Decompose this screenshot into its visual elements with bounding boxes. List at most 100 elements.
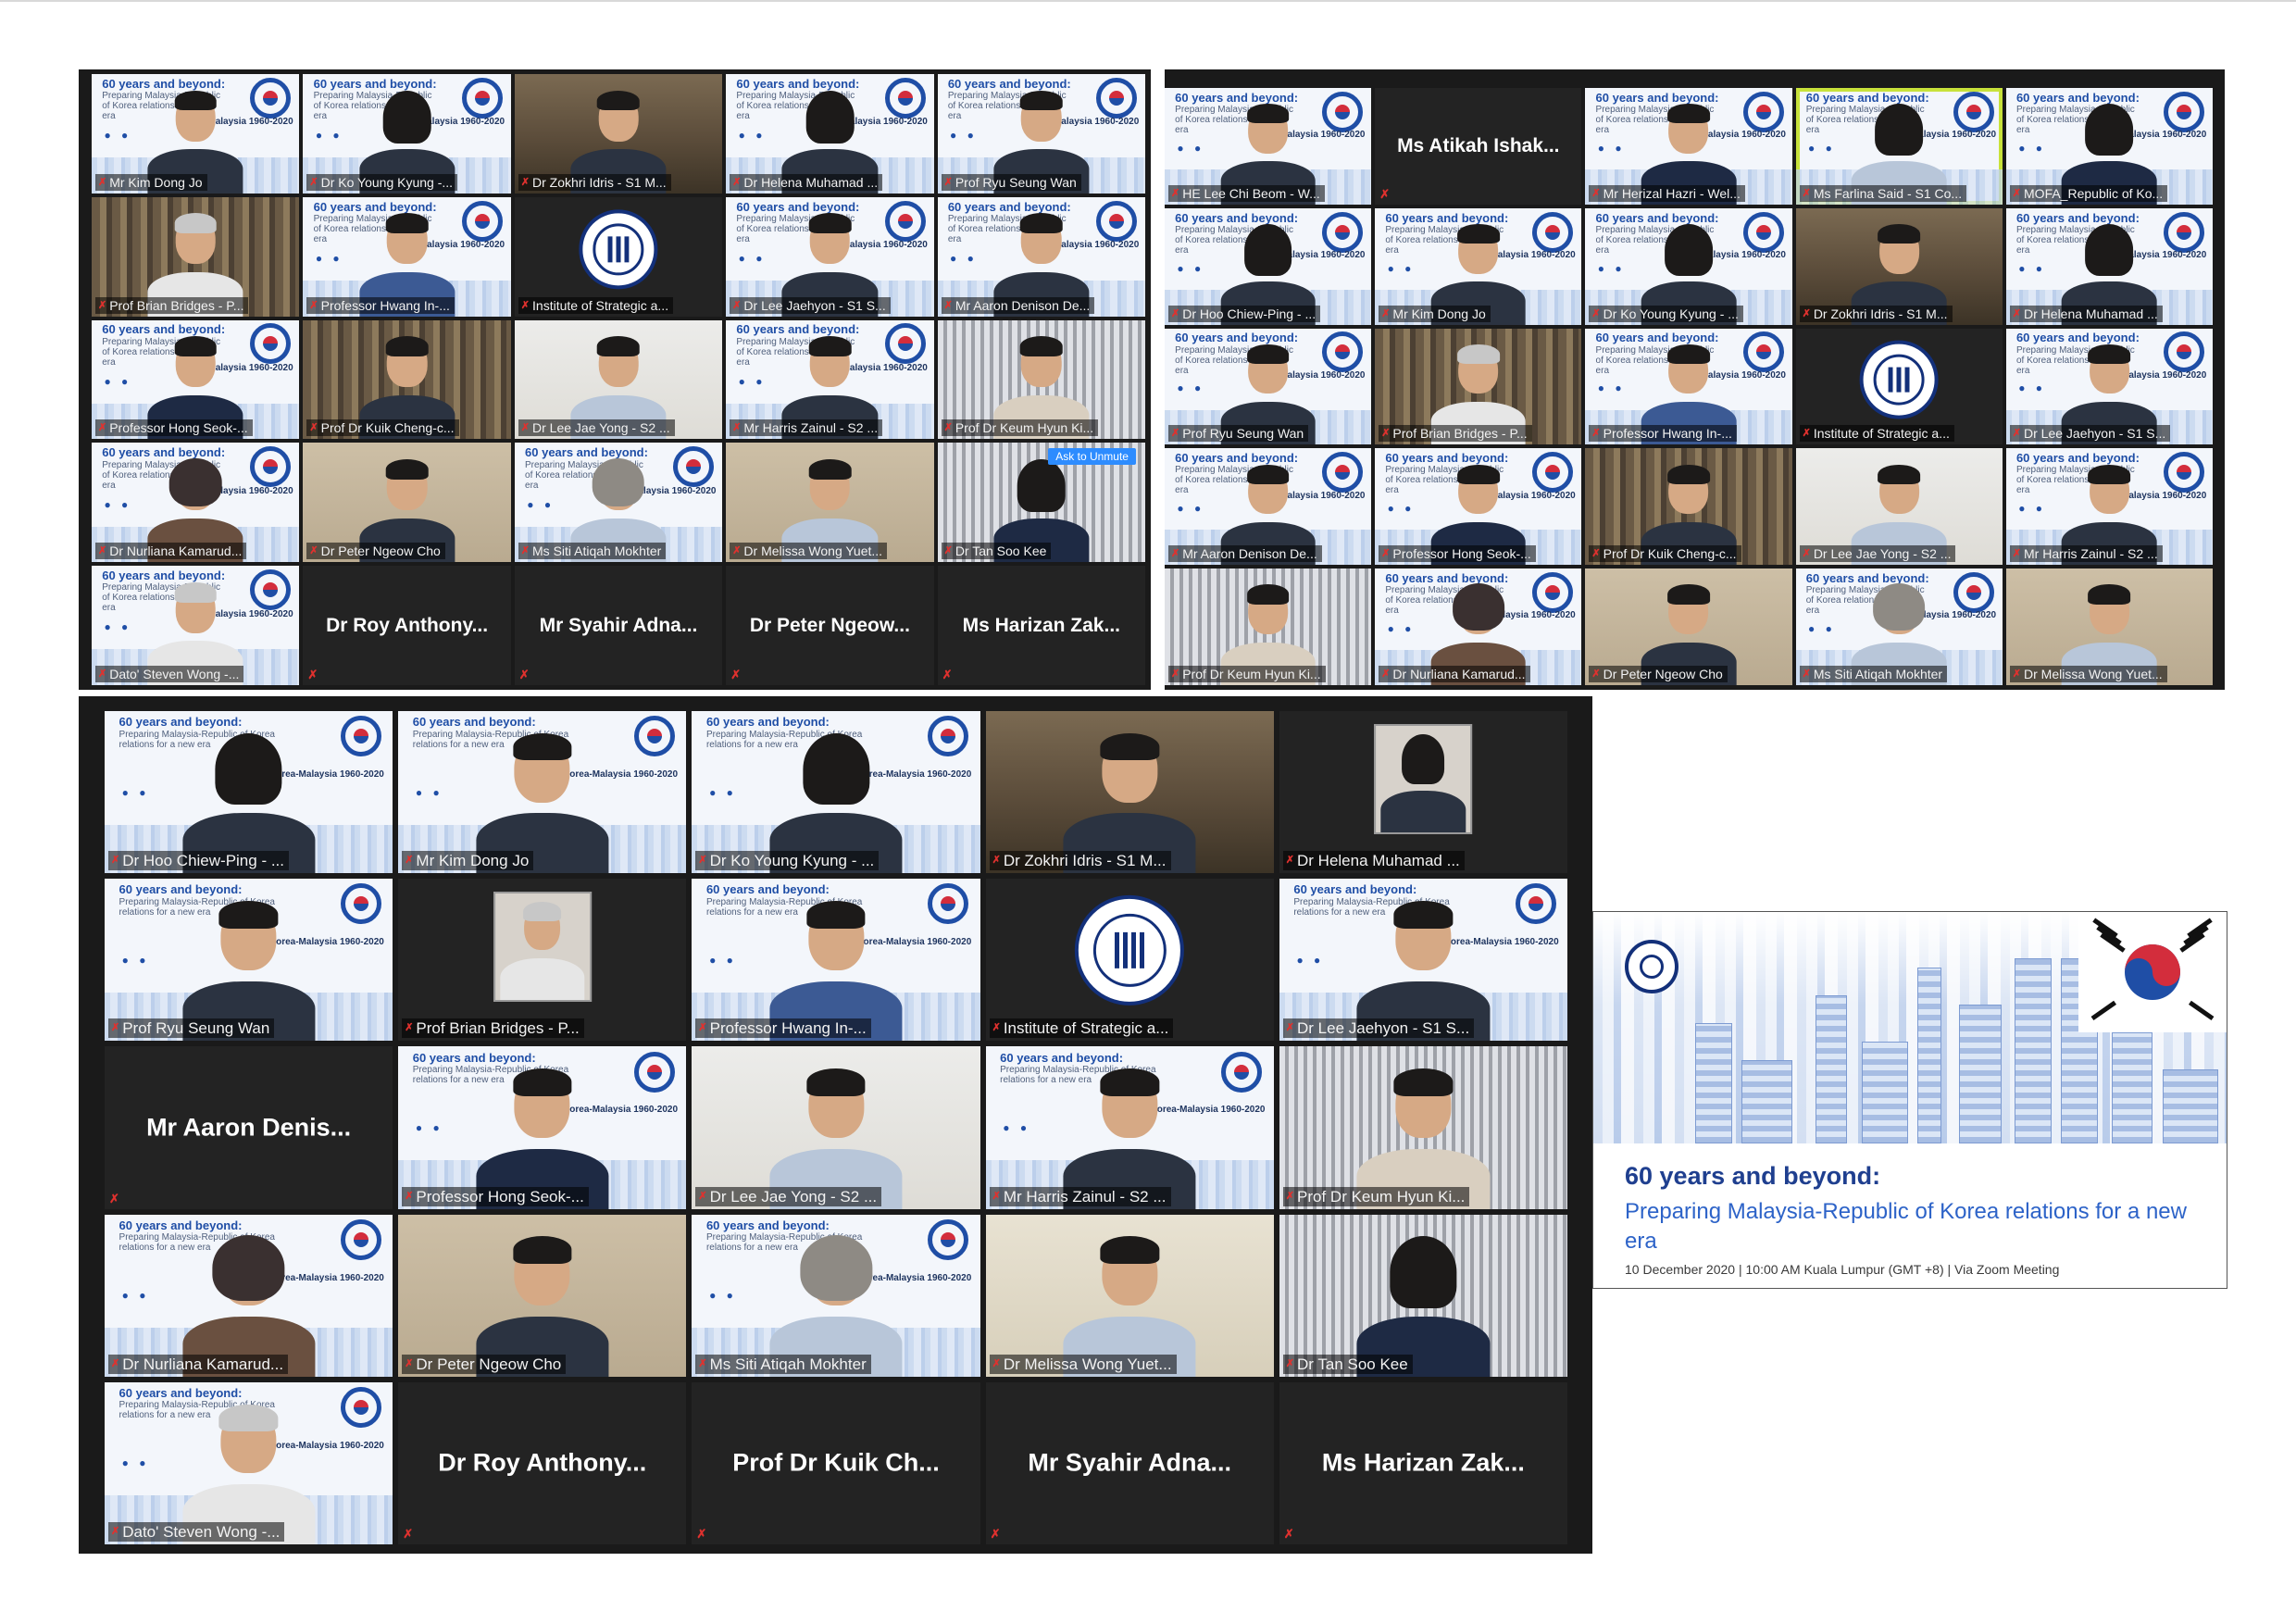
participant-tile[interactable]: 60 years and beyond: Preparing Malaysia-R… <box>1375 448 1582 566</box>
sixty-years-logo-icon <box>250 446 292 488</box>
participant-tile[interactable]: 60 years and beyond: Preparing Malaysia-R… <box>303 196 511 317</box>
participant-tile[interactable]: ✗ Dr Lee Jae Yong - S2 ... <box>692 1046 980 1209</box>
participant-tile[interactable]: 60 years and beyond: Preparing Malaysia-R… <box>1375 207 1582 325</box>
video-off-tile[interactable]: Dr Roy Anthony... ✗ <box>303 566 511 685</box>
participant-tile[interactable]: 60 years and beyond: Preparing Malaysia-R… <box>303 74 511 194</box>
participant-tile[interactable]: 60 years and beyond: Preparing Malaysia-R… <box>937 196 1145 317</box>
participant-tile[interactable]: ✗ Prof Dr Kuik Cheng-c... <box>1585 448 1792 566</box>
video-off-tile[interactable]: Ms Harizan Zak... ✗ <box>1279 1381 1567 1544</box>
participant-tile[interactable]: ✗ Dr Lee Jae Yong - S2 ... <box>514 319 723 440</box>
video-off-tile[interactable]: Ms Atikah Ishak... ✗ <box>1375 88 1582 205</box>
participant-tile[interactable]: 60 years and beyond: Preparing Malaysia-R… <box>1165 328 1372 445</box>
participant-tile[interactable]: ✗ Dr Peter Ngeow Cho <box>398 1214 687 1377</box>
participant-tile[interactable]: ✗ Prof Brian Bridges - P... <box>1375 328 1582 445</box>
participant-tile[interactable]: 60 years and beyond: Preparing Malaysia-R… <box>1165 207 1372 325</box>
sixty-years-logo-icon <box>1096 77 1138 119</box>
participant-tile[interactable]: ✗ Prof Brian Bridges - P... <box>92 196 300 317</box>
muted-mic-icon: ✗ <box>111 1357 120 1369</box>
participant-tile[interactable]: ✗ Dr Zokhri Idris - S1 M... <box>985 711 1274 874</box>
participant-tile[interactable]: 60 years and beyond: Preparing Malaysia-R… <box>1585 328 1792 445</box>
participant-tile[interactable]: 60 years and beyond: Preparing Malaysia-R… <box>105 1214 393 1377</box>
participant-tile[interactable]: ✗ Dr Zokhri Idris - S1 M... <box>1795 207 2003 325</box>
participant-tile[interactable]: 60 years and beyond: Preparing Malaysia-R… <box>726 74 934 194</box>
participant-tile[interactable]: ✗ Institute of Strategic a... <box>1795 328 2003 445</box>
sixty-years-logo-icon <box>1742 211 1784 253</box>
video-off-tile[interactable]: Dr Peter Ngeow... ✗ <box>726 566 934 685</box>
sixty-years-logo-icon <box>633 1051 675 1093</box>
participant-tile[interactable]: 60 years and beyond: Preparing Malaysia-R… <box>692 879 980 1042</box>
active-speaker-tile[interactable]: 60 years and beyond: Preparing Malaysia-R… <box>1795 88 2003 205</box>
participant-tile[interactable]: ✗ Dr Peter Ngeow Cho <box>303 443 511 563</box>
participant-head <box>174 581 218 633</box>
participant-tile[interactable]: ✗ Dr Melissa Wong Yuet... <box>726 443 934 563</box>
video-off-tile[interactable]: Mr Syahir Adna... ✗ <box>514 566 723 685</box>
video-off-tile[interactable]: Mr Syahir Adna... ✗ <box>985 1381 1274 1544</box>
participant-tile[interactable]: ✗ Dr Tan Soo Kee <box>1279 1214 1567 1377</box>
sixty-years-logo-icon <box>884 200 926 242</box>
participant-tile[interactable]: 60 years and beyond: Preparing Malaysia-R… <box>692 1214 980 1377</box>
banner-subtitle: Preparing Malaysia-Republic of Korea rel… <box>1625 1199 2187 1254</box>
participant-tile[interactable]: ✗ Institute of Strategic a... <box>514 196 723 317</box>
muted-mic-icon: ✗ <box>1591 187 1601 199</box>
participant-tile[interactable]: 60 years and beyond: Preparing Malaysia-R… <box>1279 879 1567 1042</box>
event-banner: 60 years and beyond: Preparing Malaysia-… <box>1592 911 2227 1289</box>
video-off-tile[interactable]: Ms Harizan Zak... ✗ <box>937 566 1145 685</box>
participant-tile[interactable]: ✗ Dr Peter Ngeow Cho <box>1585 568 1792 685</box>
muted-mic-icon: ✗ <box>98 545 107 557</box>
participant-tile[interactable]: ✗ Dr Melissa Wong Yuet... <box>985 1214 1274 1377</box>
participant-tile[interactable]: ✗ Prof Brian Bridges - P... <box>398 879 687 1042</box>
participant-tile[interactable]: 60 years and beyond: Preparing Malaysia-R… <box>2005 88 2213 205</box>
participant-head <box>1100 732 1160 803</box>
ask-to-unmute-button[interactable]: Ask to Unmute <box>1048 448 1136 466</box>
participant-tile[interactable]: ✗ Prof Dr Keum Hyun Ki... <box>1165 568 1372 685</box>
sixty-years-logo-icon <box>250 323 292 365</box>
participant-tile[interactable]: 60 years and beyond: Preparing Malaysia-R… <box>1795 568 2003 685</box>
participant-tile[interactable]: 60 years and beyond: Preparing Malaysia-R… <box>2005 207 2213 325</box>
participant-tile[interactable]: ✗ Dr Melissa Wong Yuet... <box>2005 568 2213 685</box>
participant-tile[interactable]: 60 years and beyond: Preparing Malaysia-R… <box>92 566 300 685</box>
participant-tile[interactable]: Ask to Unmute ✗ Dr Tan Soo Kee <box>937 443 1145 563</box>
video-off-tile[interactable]: Mr Aaron Denis... ✗ <box>105 1046 393 1209</box>
participant-tile[interactable]: 60 years and beyond: Preparing Malaysia-R… <box>1375 568 1582 685</box>
muted-mic-icon: ✗ <box>1381 548 1391 560</box>
participant-tile[interactable]: 60 years and beyond: Preparing Malaysia-R… <box>726 319 934 440</box>
participant-tile[interactable]: ✗ Dr Helena Muhamad ... <box>1279 711 1567 874</box>
participant-tile[interactable]: 60 years and beyond: Preparing Malaysia-R… <box>726 196 934 317</box>
participant-tile[interactable]: ✗ Dr Lee Jae Yong - S2 ... <box>1795 448 2003 566</box>
participant-head <box>1019 213 1064 265</box>
participant-namebar: ✗ Dr Melissa Wong Yuet... <box>2009 666 2167 682</box>
participant-name: Dr Lee Jaehyon - S1 S... <box>743 297 886 313</box>
participant-tile[interactable]: 60 years and beyond: Preparing Malaysia-R… <box>1165 88 1372 205</box>
flag-dots-icon: ● ● <box>738 252 767 266</box>
participant-tile[interactable]: 60 years and beyond: Preparing Malaysia-R… <box>105 879 393 1042</box>
participant-tile[interactable]: 60 years and beyond: Preparing Malaysia-R… <box>1585 207 1792 325</box>
participant-tile[interactable]: 60 years and beyond: Preparing Malaysia-R… <box>398 1046 687 1209</box>
participant-tile[interactable]: 60 years and beyond: Preparing Malaysia-R… <box>514 443 723 563</box>
muted-mic-icon: ✗ <box>1802 307 1811 319</box>
participant-tile[interactable]: 60 years and beyond: Preparing Malaysia-R… <box>1165 448 1372 566</box>
participant-tile[interactable]: 60 years and beyond: Preparing Malaysia-R… <box>1585 88 1792 205</box>
participant-tile[interactable]: 60 years and beyond: Preparing Malaysia-R… <box>692 711 980 874</box>
video-off-tile[interactable]: Prof Dr Kuik Ch... ✗ <box>692 1381 980 1544</box>
participant-head <box>218 1404 279 1474</box>
sixty-years-logo-icon <box>1953 571 1994 613</box>
participant-tile[interactable]: ✗ Institute of Strategic a... <box>985 879 1274 1042</box>
slide-title: 60 years and beyond: <box>947 76 1071 91</box>
participant-tile[interactable]: 60 years and beyond: Preparing Malaysia-R… <box>2005 328 2213 445</box>
participant-tile[interactable]: 60 years and beyond: Preparing Malaysia-R… <box>105 711 393 874</box>
participant-tile[interactable]: ✗ Dr Zokhri Idris - S1 M... <box>514 74 723 194</box>
participant-tile[interactable]: 60 years and beyond: Preparing Malaysia-R… <box>105 1381 393 1544</box>
participant-tile[interactable]: 60 years and beyond: Preparing Malaysia-R… <box>2005 448 2213 566</box>
participant-tile[interactable]: ✗ Prof Dr Keum Hyun Ki... <box>1279 1046 1567 1209</box>
slide-title: 60 years and beyond: <box>1805 570 1929 585</box>
participant-tile[interactable]: ✗ Prof Dr Kuik Cheng-c... <box>303 319 511 440</box>
participant-head <box>2088 464 2131 515</box>
participant-tile[interactable]: 60 years and beyond: Preparing Malaysia-R… <box>937 74 1145 194</box>
participant-tile[interactable]: ✗ Prof Dr Keum Hyun Ki... <box>937 319 1145 440</box>
participant-tile[interactable]: 60 years and beyond: Preparing Malaysia-R… <box>985 1046 1274 1209</box>
participant-tile[interactable]: 60 years and beyond: Preparing Malaysia-R… <box>92 319 300 440</box>
video-off-tile[interactable]: Dr Roy Anthony... ✗ <box>398 1381 687 1544</box>
participant-tile[interactable]: 60 years and beyond: Preparing Malaysia-R… <box>398 711 687 874</box>
participant-tile[interactable]: 60 years and beyond: Preparing Malaysia-R… <box>92 443 300 563</box>
participant-tile[interactable]: 60 years and beyond: Preparing Malaysia-R… <box>92 74 300 194</box>
